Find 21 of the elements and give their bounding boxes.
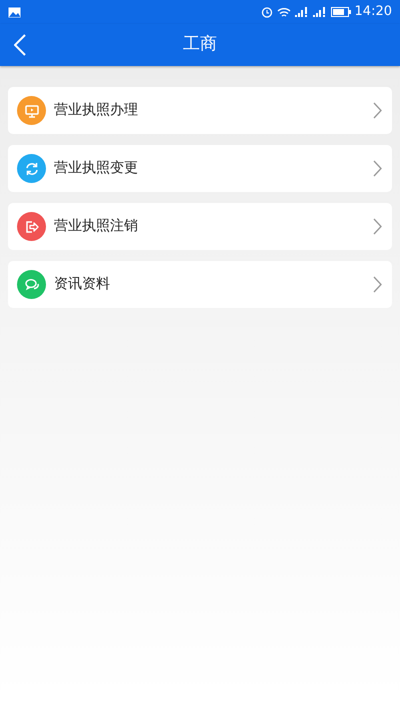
page-title: 工商: [183, 33, 217, 56]
chevron-icon: [373, 276, 382, 293]
signal-icon: [312, 7, 327, 17]
chevron-icon: [373, 218, 382, 235]
back-icon[interactable]: [14, 34, 26, 56]
menu-item[interactable]: 营业执照注销: [8, 203, 392, 250]
signal-icon: [294, 7, 309, 17]
alarm-icon: [260, 6, 273, 18]
chevron-icon: [373, 102, 382, 119]
menu-label: 营业执照注销: [54, 217, 138, 236]
menu-item[interactable]: 营业执照变更: [8, 145, 392, 192]
menu-item[interactable]: 资讯资料: [8, 261, 392, 308]
menu-item[interactable]: 营业执照办理: [8, 87, 392, 134]
wifi-icon: [276, 6, 291, 18]
battery-icon: [330, 7, 351, 17]
menu-label: 资讯资料: [54, 275, 110, 294]
menu-label: 营业执照变更: [54, 159, 138, 178]
menu-label: 营业执照办理: [54, 101, 138, 120]
chevron-icon: [373, 160, 382, 177]
status-time: 14:20: [354, 3, 392, 22]
image-icon: [8, 6, 21, 18]
